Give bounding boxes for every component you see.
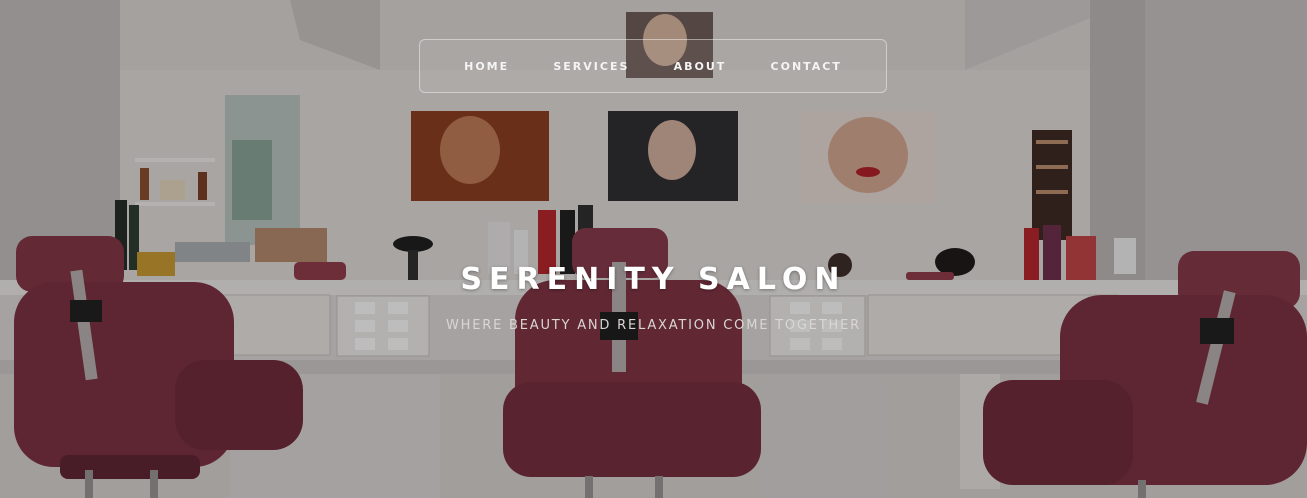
main-nav: HOME SERVICES ABOUT CONTACT	[419, 39, 887, 93]
hero-title: SERENITY SALON	[460, 262, 847, 297]
hero-section: HOME SERVICES ABOUT CONTACT SERENITY SAL…	[0, 0, 1307, 498]
nav-services-link[interactable]: SERVICES	[553, 60, 629, 73]
nav-contact-link[interactable]: CONTACT	[771, 60, 842, 73]
hero-subtitle: WHERE BEAUTY AND RELAXATION COME TOGETHE…	[446, 318, 861, 333]
nav-about-link[interactable]: ABOUT	[674, 60, 727, 73]
nav-home-link[interactable]: HOME	[464, 60, 509, 73]
